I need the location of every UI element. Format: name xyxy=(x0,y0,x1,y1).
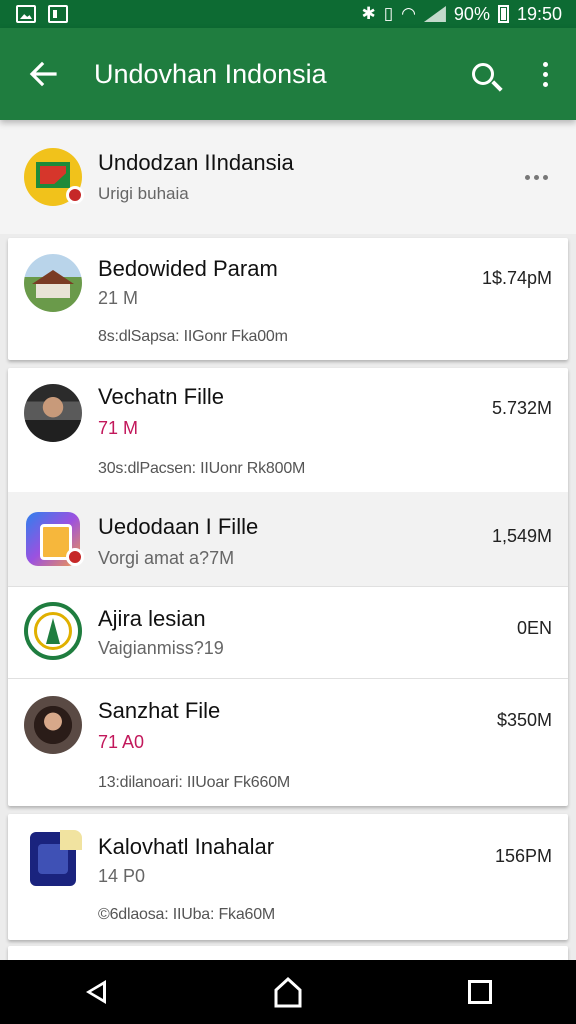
image-icon xyxy=(16,5,36,23)
item-meta: 71 M xyxy=(98,418,139,438)
list-item[interactable]: Ajira lesian Vaigianmiss?19 0EN xyxy=(8,586,568,678)
bluetooth-icon: ✱ xyxy=(361,4,376,23)
list-item[interactable]: Uedodaan I Fille Vorgi amat a?7M 1,549M xyxy=(8,492,568,586)
status-right: ✱ ▯ ◠ 90% 19:50 xyxy=(361,4,562,25)
status-bar: ✱ ▯ ◠ 90% 19:50 xyxy=(0,0,576,28)
group-logo xyxy=(24,148,84,206)
item-name: Ajira lesian xyxy=(98,606,206,631)
item-size: 156PM xyxy=(494,846,552,866)
group-subtitle: Urigi buhaia xyxy=(98,184,189,203)
item-meta: 21 M xyxy=(98,288,139,308)
list-item[interactable]: Sanzhat File 71 A0 13:dilanoari: IIUoar … xyxy=(8,678,568,806)
woman-avatar xyxy=(24,696,82,754)
item-desc: 13:dilanoari: IIUoar Fk660M xyxy=(98,774,291,791)
item-name: Uedodaan I Fille xyxy=(98,514,259,539)
battery-percent: 90% xyxy=(453,3,490,24)
badge-dot xyxy=(66,186,84,204)
file-card: Vechatn Fille 71 M 30s:dlPacsen: IIUonr … xyxy=(8,368,568,806)
search-icon xyxy=(472,63,494,85)
item-name: Kalovhatl Inahalar xyxy=(98,834,275,859)
item-desc: 30s:dlPacsen: IIUonr Rk800M xyxy=(98,460,306,477)
item-size: $350M xyxy=(496,710,552,730)
item-size: 1,549M xyxy=(491,526,552,546)
seal-icon xyxy=(24,602,82,660)
back-button[interactable] xyxy=(0,28,86,120)
nav-back-button[interactable] xyxy=(56,960,136,1024)
house-thumbnail xyxy=(24,254,82,312)
item-name: Bedowided Param xyxy=(98,256,278,281)
battery-icon xyxy=(497,5,509,23)
vibrate-icon: ▯ xyxy=(383,4,394,23)
list-item[interactable]: Bedowided Param 21 M 8s:dlSapsa: IIGonr … xyxy=(8,238,568,360)
app-title: Undovhan Indonsia xyxy=(94,58,327,89)
phone-thumbnail xyxy=(24,830,82,888)
badge-dot xyxy=(66,548,84,566)
item-size: 1$.74pM xyxy=(481,268,552,288)
group-header: Undodzan IIndansia Urigi buhaia xyxy=(0,120,576,234)
item-name: Vechatn Fille xyxy=(98,384,224,409)
item-meta: Vaigianmiss?19 xyxy=(98,638,224,658)
item-name: Sanzhat File xyxy=(98,698,221,723)
item-meta: 71 A0 xyxy=(98,732,145,752)
gallery-icon xyxy=(48,5,68,23)
item-desc: 8s:dlSapsa: IIGonr Fka00m xyxy=(98,328,288,345)
list-item[interactable]: Vechatn Fille 71 M 30s:dlPacsen: IIUonr … xyxy=(8,368,568,492)
nav-back-icon xyxy=(86,980,106,1004)
nav-home-icon xyxy=(274,976,302,1008)
item-size: 5.732M xyxy=(491,398,552,418)
search-button[interactable] xyxy=(452,28,514,120)
wifi-icon: ◠ xyxy=(401,4,416,23)
signal-icon xyxy=(423,6,446,22)
file-card: Kalovhatl Inahalar 14 P0 ©6dlaosa: IIUba… xyxy=(8,814,568,940)
back-icon xyxy=(29,61,57,87)
nav-recents-icon xyxy=(468,980,492,1004)
item-desc: ©6dlaosa: IIUba: Fka60M xyxy=(98,906,276,923)
clock: 19:50 xyxy=(516,3,562,24)
item-meta: Vorgi amat a?7M xyxy=(98,548,235,568)
overflow-menu-button[interactable] xyxy=(514,28,576,120)
item-meta: 14 P0 xyxy=(98,866,146,886)
nav-home-button[interactable] xyxy=(248,960,328,1024)
app-bar: Undovhan Indonsia xyxy=(0,28,576,120)
app-icon xyxy=(24,510,84,568)
flag-icon xyxy=(36,162,70,188)
navigation-bar xyxy=(0,960,576,1024)
more-button[interactable] xyxy=(506,174,566,180)
list-item[interactable]: Kalovhatl Inahalar 14 P0 ©6dlaosa: IIUba… xyxy=(8,814,568,940)
man-avatar xyxy=(24,384,82,442)
overflow-menu-icon xyxy=(542,61,548,87)
status-left xyxy=(16,5,68,23)
item-size: 0EN xyxy=(516,618,552,638)
nav-recents-button[interactable] xyxy=(440,960,520,1024)
group-title: Undodzan IIndansia xyxy=(98,150,294,175)
file-card: Bedowided Param 21 M 8s:dlSapsa: IIGonr … xyxy=(8,238,568,360)
